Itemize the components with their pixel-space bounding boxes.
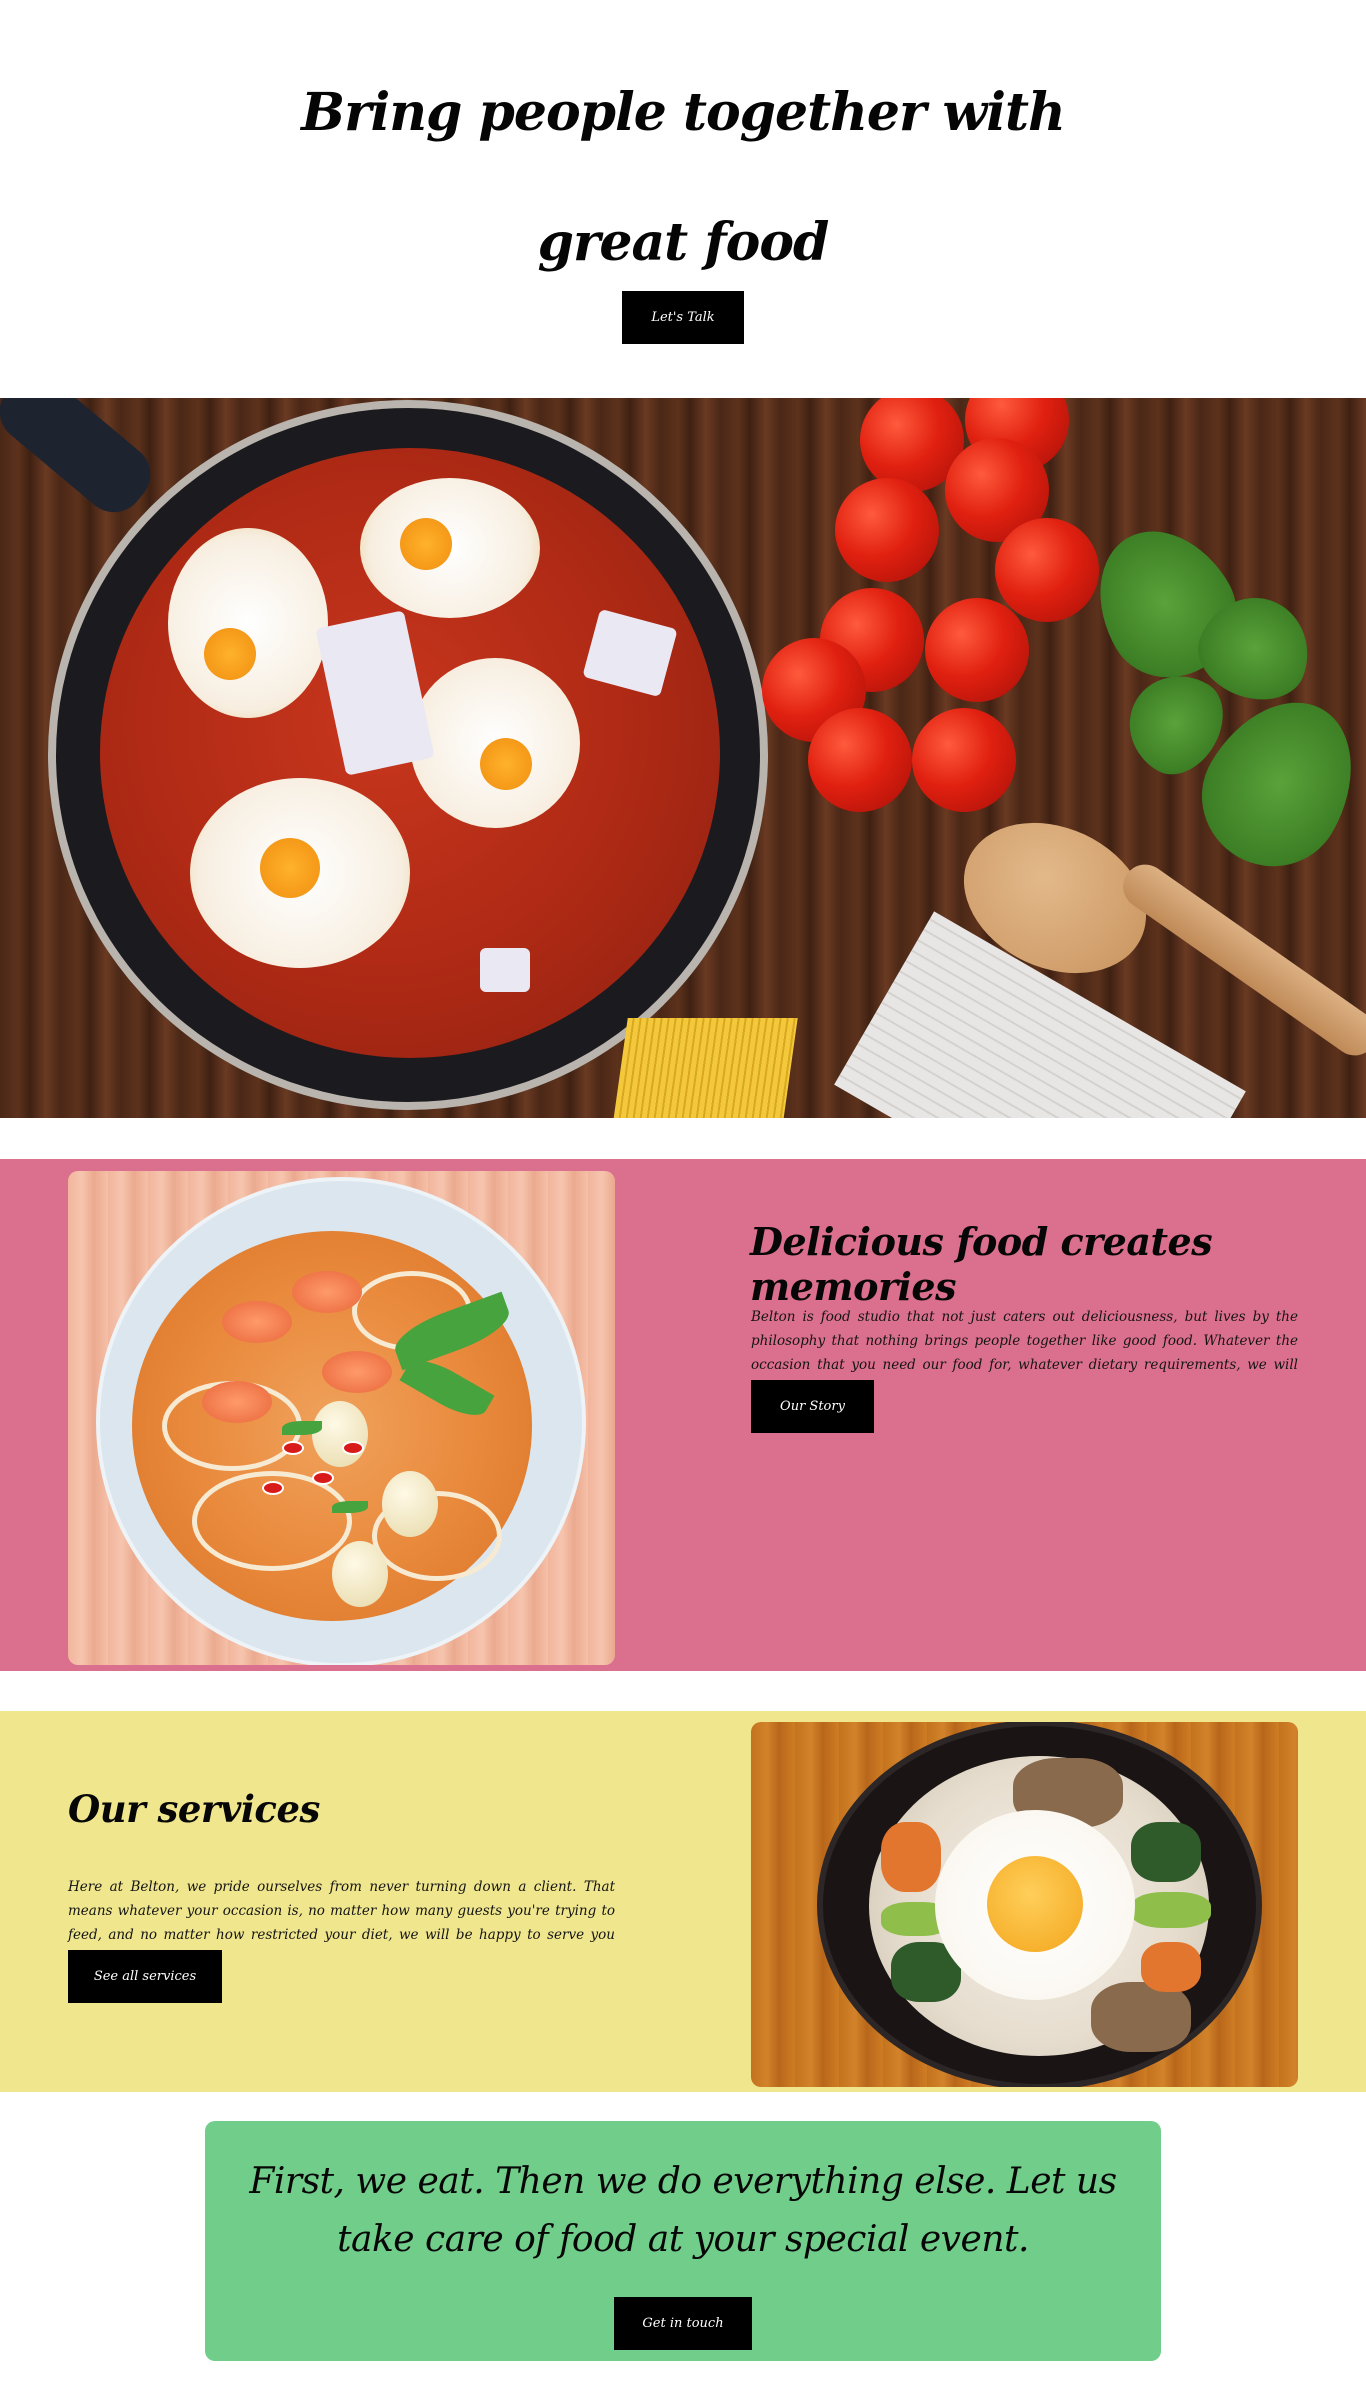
feta-cheese — [315, 610, 435, 776]
carrot — [881, 1822, 941, 1892]
tomato — [808, 708, 912, 812]
spaghetti — [612, 1018, 798, 1118]
lets-talk-button[interactable]: Let's Talk — [622, 291, 744, 344]
bibimbap-photo — [751, 1722, 1298, 2087]
tomato — [995, 518, 1099, 622]
hero-title: Bring people together with great food — [0, 48, 1366, 308]
egg-yolk — [987, 1856, 1083, 1952]
egg — [168, 528, 328, 718]
tomato — [912, 708, 1016, 812]
about-section: Delicious food creates memories Belton i… — [0, 1159, 1366, 1671]
hero-title-line2: great food — [537, 212, 830, 273]
services-title: Our services — [68, 1787, 320, 1831]
cucumber — [1131, 1892, 1211, 1928]
hero-food-photo — [0, 398, 1366, 1118]
feta-cheese — [582, 608, 678, 698]
about-title: Delicious food creates memories — [750, 1219, 1213, 1309]
services-section: Our services Here at Belton, we pride ou… — [0, 1711, 1366, 2092]
tomato — [925, 598, 1029, 702]
spinach — [1131, 1822, 1201, 1882]
noodle-soup-photo — [68, 1171, 615, 1665]
shakshuka-sauce — [100, 448, 720, 1058]
our-story-button[interactable]: Our Story — [751, 1380, 874, 1433]
wooden-spoon-handle — [1114, 855, 1366, 1065]
carrot — [1141, 1942, 1201, 1992]
egg — [190, 778, 410, 968]
egg — [410, 658, 580, 828]
feta-cheese — [480, 948, 530, 992]
hero-section: Bring people together with great food Le… — [0, 0, 1366, 398]
hero-title-line1: Bring people together with — [301, 82, 1066, 143]
pan-handle — [0, 398, 163, 525]
cta-section: First, we eat. Then we do everything els… — [205, 2121, 1161, 2361]
minced-meat — [1091, 1982, 1191, 2052]
cta-quote: First, we eat. Then we do everything els… — [249, 2161, 1117, 2260]
tomato — [835, 478, 939, 582]
egg — [360, 478, 540, 618]
see-all-services-button[interactable]: See all services — [68, 1950, 222, 2003]
soup — [132, 1231, 532, 1621]
get-in-touch-button[interactable]: Get in touch — [614, 2297, 752, 2350]
